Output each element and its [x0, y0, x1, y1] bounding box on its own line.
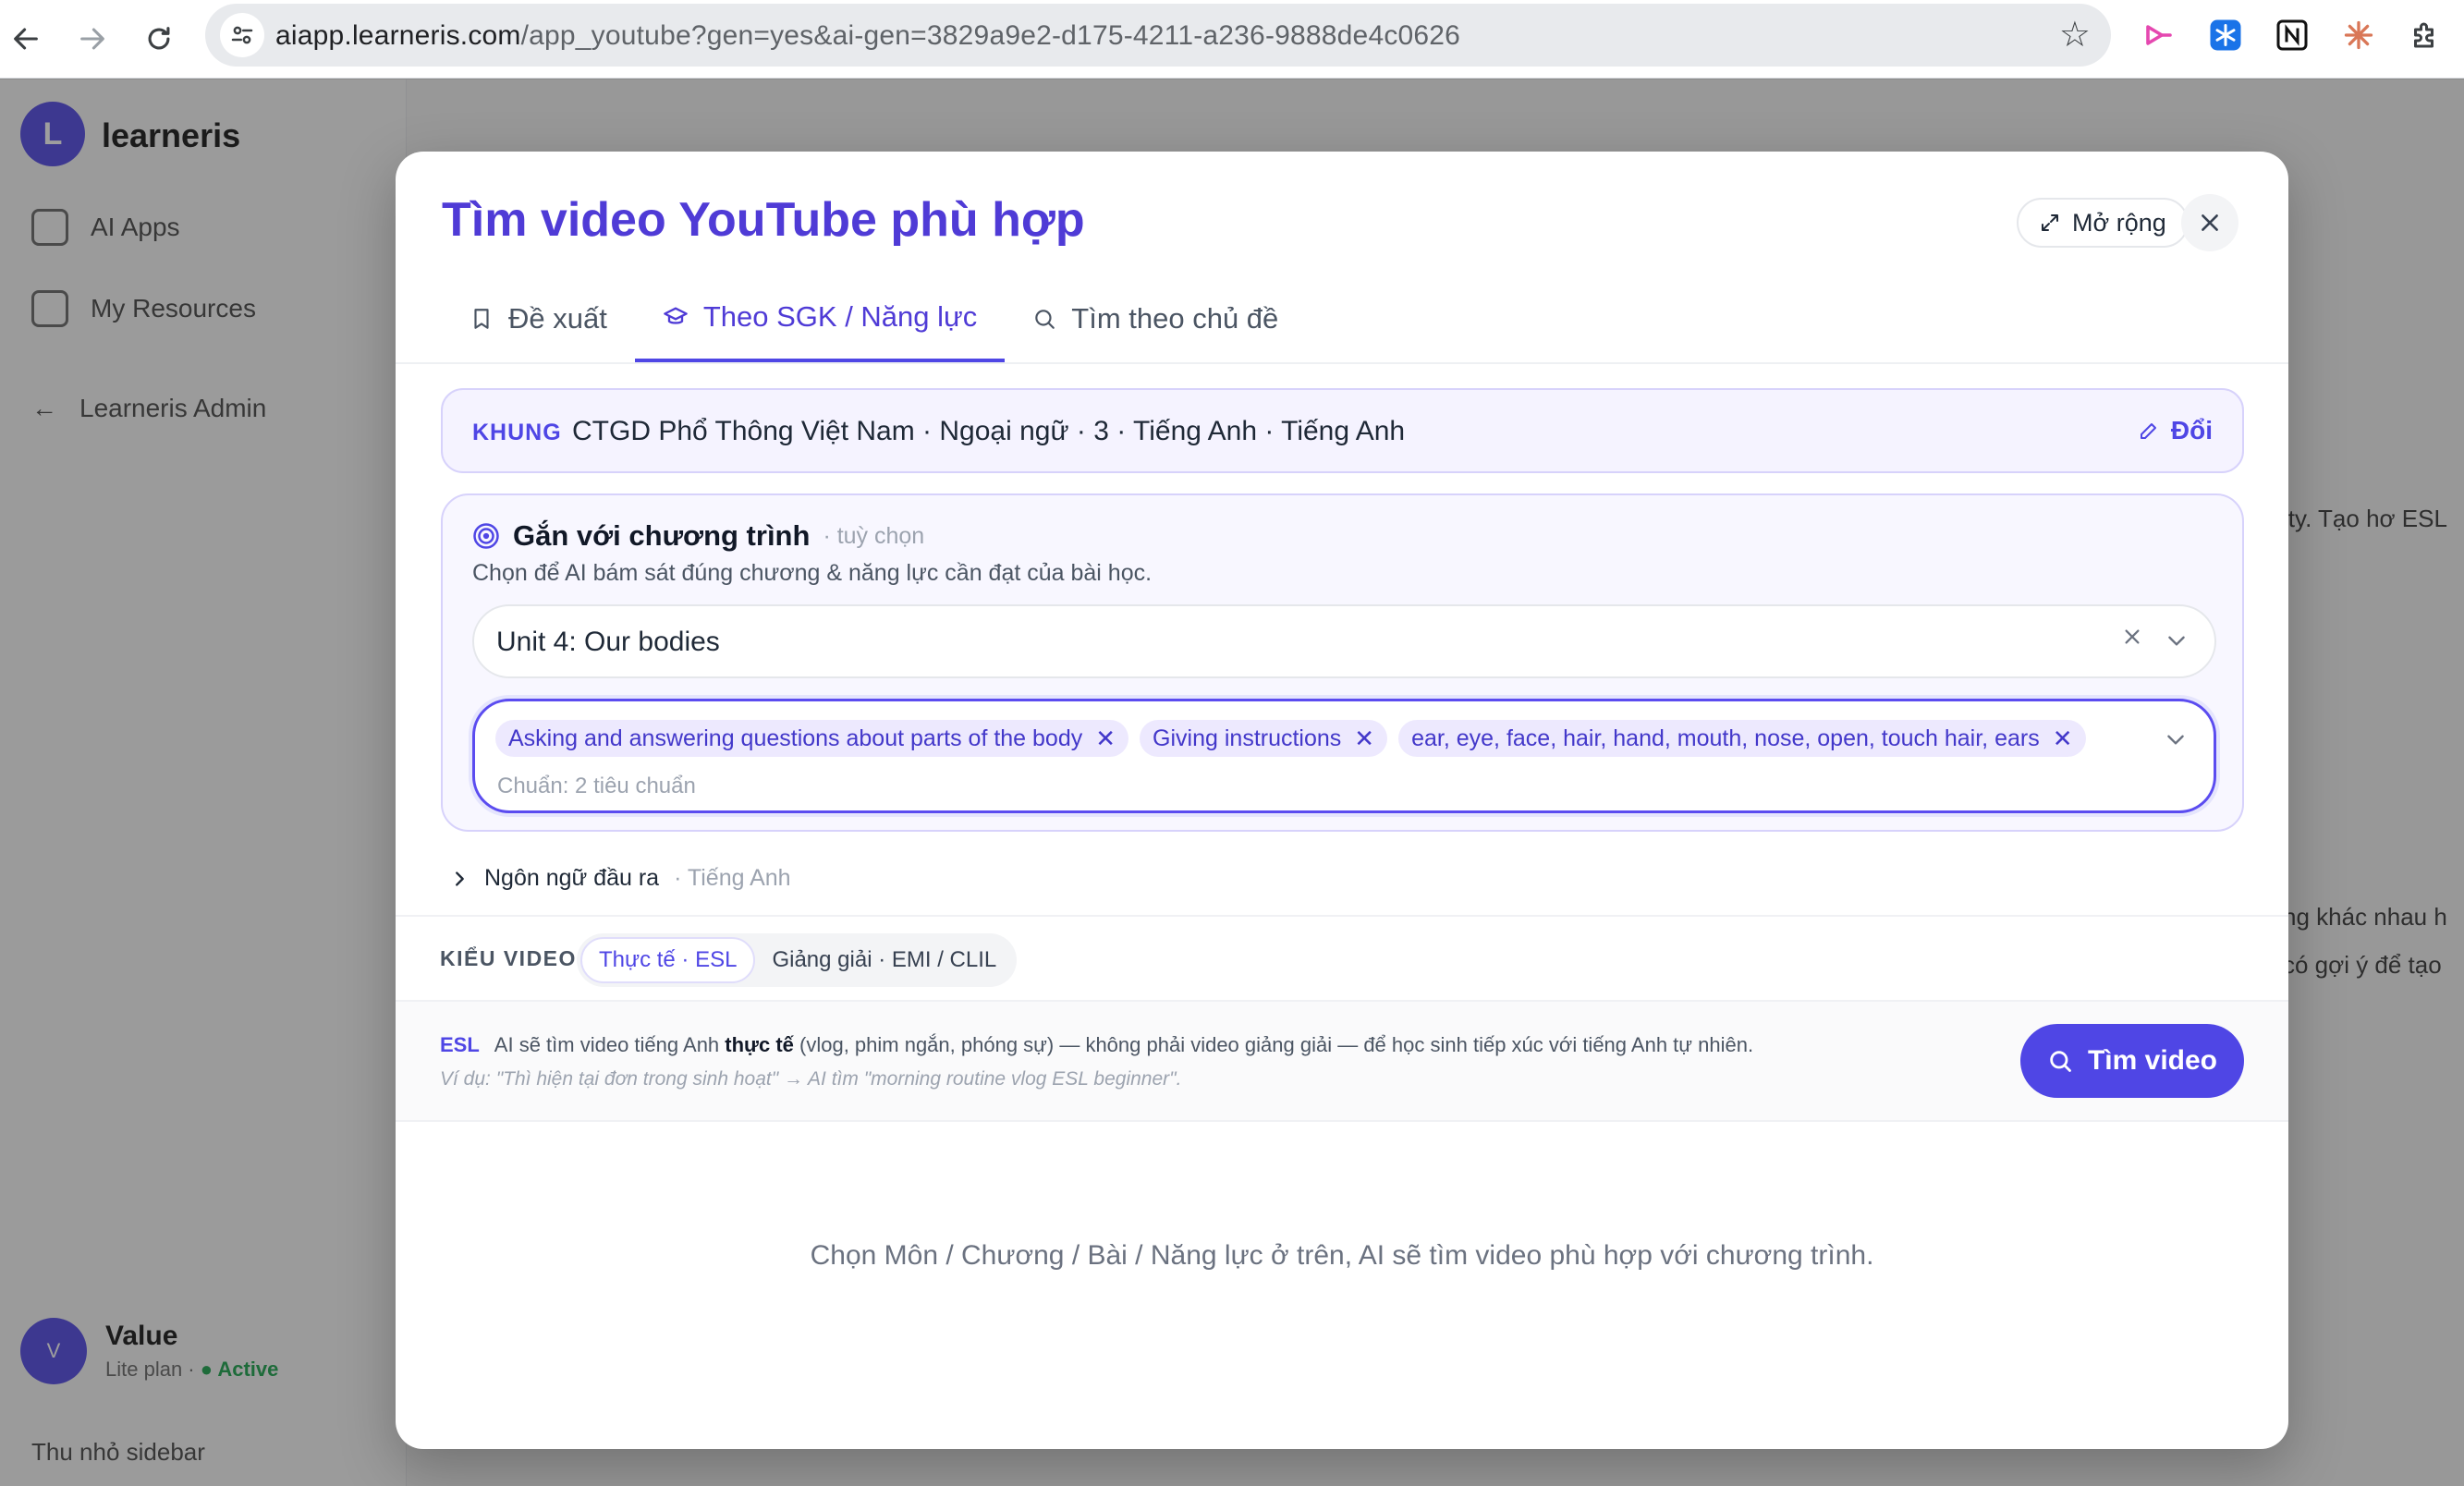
- browser-toolbar: aiapp.learneris.com/app_youtube?gen=yes&…: [0, 0, 2464, 79]
- address-bar[interactable]: aiapp.learneris.com/app_youtube?gen=yes&…: [205, 4, 2111, 67]
- close-icon: [2202, 214, 2218, 231]
- change-framework-button[interactable]: Đổi: [2138, 416, 2213, 445]
- search-icon: [2050, 1051, 2071, 1072]
- bookmark-star-icon[interactable]: ☆: [2059, 17, 2091, 54]
- video-type-segmented: Thực tế · ESL Giảng giải · EMI / CLIL: [577, 933, 1018, 987]
- remove-tag-icon[interactable]: ✕: [1354, 725, 1374, 753]
- output-language-toggle[interactable]: Ngôn ngữ đầu ra · Tiếng Anh: [449, 865, 791, 892]
- youtube-search-modal: Tìm video YouTube phù hợp Mở rộng Đề xuấ…: [396, 152, 2288, 1449]
- tab-de-xuat[interactable]: Đề xuất: [442, 275, 635, 362]
- tab-tim-theo-chu-de[interactable]: Tìm theo chủ đề: [1005, 275, 1306, 362]
- competency-multiselect[interactable]: Asking and answering questions about par…: [472, 699, 2216, 813]
- video-type-esl[interactable]: Thực tế · ESL: [580, 937, 756, 983]
- extension-notion-icon[interactable]: [2274, 17, 2311, 54]
- clear-unit-icon[interactable]: [2122, 623, 2142, 654]
- esl-example: Ví dụ: "Thì hiện tại đơn trong sinh hoạt…: [440, 1068, 1182, 1090]
- graduation-cap-icon: [664, 307, 688, 324]
- video-type-emi[interactable]: Giảng giải · EMI / CLIL: [755, 937, 1013, 983]
- bookmark-icon: [474, 309, 489, 329]
- tab-theo-sgk[interactable]: Theo SGK / Năng lực: [634, 275, 1006, 362]
- back-icon[interactable]: [0, 13, 52, 65]
- target-icon: [473, 523, 499, 549]
- pencil-icon: [2140, 423, 2156, 439]
- chevron-right-icon: [456, 871, 464, 886]
- search-icon: [1035, 310, 1055, 329]
- reload-icon[interactable]: [133, 13, 185, 65]
- extension-arrow-icon[interactable]: [2141, 17, 2177, 54]
- close-button[interactable]: [2181, 194, 2238, 251]
- output-language-value: · Tiếng Anh: [674, 865, 791, 891]
- forward-icon[interactable]: [67, 13, 118, 65]
- tab-divider: [396, 362, 2288, 364]
- url-text: aiapp.learneris.com/app_youtube?gen=yes&…: [275, 20, 1461, 51]
- expand-button[interactable]: Mở rộng: [2017, 198, 2189, 248]
- extension-snowflake-icon[interactable]: [2207, 17, 2244, 54]
- optional-label: · tuỳ chọn: [823, 522, 925, 549]
- program-description: Chọn để AI bám sát đúng chương & năng lự…: [472, 560, 1153, 586]
- tab-bar: Đề xuất Theo SGK / Năng lực Tìm theo chủ…: [442, 275, 1306, 362]
- extensions-puzzle-icon[interactable]: [2407, 17, 2444, 54]
- competency-tag: ear, eye, face, hair, hand, mouth, nose,…: [1398, 720, 2086, 757]
- modal-title: Tìm video YouTube phù hợp: [442, 193, 1085, 247]
- program-title: Gắn với chương trình: [513, 519, 811, 552]
- unit-selected-value: Unit 4: Our bodies: [496, 627, 720, 657]
- site-settings-icon[interactable]: [220, 13, 264, 57]
- competency-tag: Asking and answering questions about par…: [495, 720, 1129, 757]
- program-card: Gắn với chương trình · tuỳ chọn Chọn để …: [441, 493, 2244, 832]
- expand-icon: [2042, 214, 2058, 231]
- chevron-down-icon[interactable]: [2164, 727, 2188, 756]
- remove-tag-icon[interactable]: ✕: [2053, 725, 2073, 753]
- esl-description: ESL AI sẽ tìm video tiếng Anh thực tế (vl…: [440, 1033, 1754, 1056]
- section-divider: [396, 915, 2288, 917]
- competency-tag: Giving instructions ✕: [1140, 720, 1388, 757]
- remove-tag-icon[interactable]: ✕: [1095, 725, 1116, 753]
- framework-card: KHUNG CTGD Phổ Thông Việt Nam · Ngoại ng…: [441, 388, 2244, 473]
- framework-label: KHUNG: [472, 420, 562, 445]
- output-language-label: Ngôn ngữ đầu ra: [484, 865, 660, 891]
- search-video-button[interactable]: Tìm video: [2020, 1024, 2244, 1098]
- extension-claude-icon[interactable]: [2340, 17, 2377, 54]
- unit-select[interactable]: Unit 4: Our bodies: [472, 604, 2216, 678]
- chevron-down-icon[interactable]: [2165, 628, 2189, 657]
- esl-info-band: ESL AI sẽ tìm video tiếng Anh thực tế (vl…: [396, 1000, 2288, 1122]
- framework-value: CTGD Phổ Thông Việt Nam · Ngoại ngữ · 3 …: [572, 416, 1406, 446]
- standards-count: Chuẩn: 2 tiêu chuẩn: [497, 773, 696, 798]
- empty-state-text: Chọn Môn / Chương / Bài / Năng lực ở trê…: [810, 1240, 1874, 1271]
- video-type-label: KIỂU VIDEO: [440, 946, 577, 970]
